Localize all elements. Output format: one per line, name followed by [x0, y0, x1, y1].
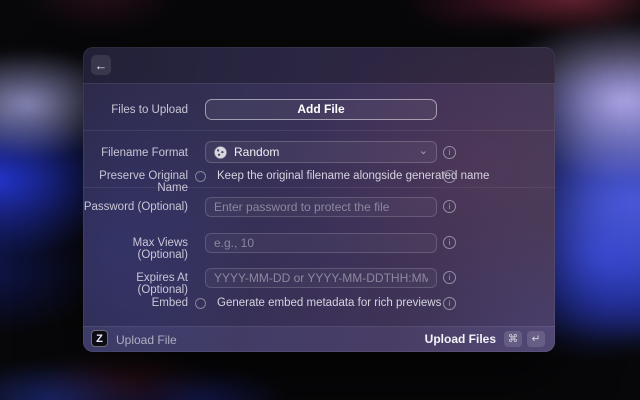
divider	[83, 83, 555, 84]
password-info-icon[interactable]: i	[443, 200, 456, 213]
embed-info-icon[interactable]: i	[443, 297, 456, 310]
screen: ← Files to Upload Add File Filename Form…	[0, 0, 640, 400]
return-key-icon: ↵	[527, 331, 545, 347]
back-button[interactable]: ←	[91, 55, 111, 75]
expires-at-info-icon[interactable]: i	[443, 271, 456, 284]
divider	[83, 326, 555, 327]
footer-command-title: Upload File	[116, 333, 177, 347]
upload-files-label: Upload Files	[425, 332, 496, 346]
dice-icon	[214, 146, 227, 159]
embed-label: Embed	[83, 297, 188, 309]
password-input[interactable]	[205, 197, 437, 217]
password-label: Password (Optional)	[83, 201, 188, 213]
filename-format-select[interactable]: Random ⌄	[205, 141, 437, 163]
add-file-button[interactable]: Add File	[205, 99, 437, 120]
upload-files-action[interactable]: Upload Files ⌘ ↵	[425, 330, 545, 347]
dialog-header	[83, 47, 555, 83]
upload-file-dialog: ← Files to Upload Add File Filename Form…	[83, 47, 555, 352]
files-to-upload-label: Files to Upload	[83, 104, 188, 116]
command-key-icon: ⌘	[504, 331, 522, 347]
preserve-original-name-info-icon[interactable]: i	[443, 170, 456, 183]
filename-format-info-icon[interactable]: i	[443, 146, 456, 159]
filename-format-label: Filename Format	[83, 147, 188, 159]
chevron-down-icon: ⌄	[419, 146, 428, 157]
max-views-label: Max Views (Optional)	[83, 237, 188, 261]
preserve-original-name-label: Preserve Original Name	[83, 170, 188, 194]
expires-at-label: Expires At (Optional)	[83, 272, 188, 296]
embed-text[interactable]: Generate embed metadata for rich preview…	[217, 297, 441, 309]
divider	[83, 187, 555, 188]
filename-format-value: Random	[234, 145, 412, 159]
zipline-logo: Z	[91, 330, 108, 347]
back-arrow-icon: ←	[95, 59, 108, 72]
preserve-original-name-checkbox[interactable]	[195, 171, 206, 182]
max-views-input[interactable]	[205, 233, 437, 253]
embed-checkbox[interactable]	[195, 298, 206, 309]
expires-at-input[interactable]	[205, 268, 437, 288]
divider	[83, 130, 555, 131]
max-views-info-icon[interactable]: i	[443, 236, 456, 249]
